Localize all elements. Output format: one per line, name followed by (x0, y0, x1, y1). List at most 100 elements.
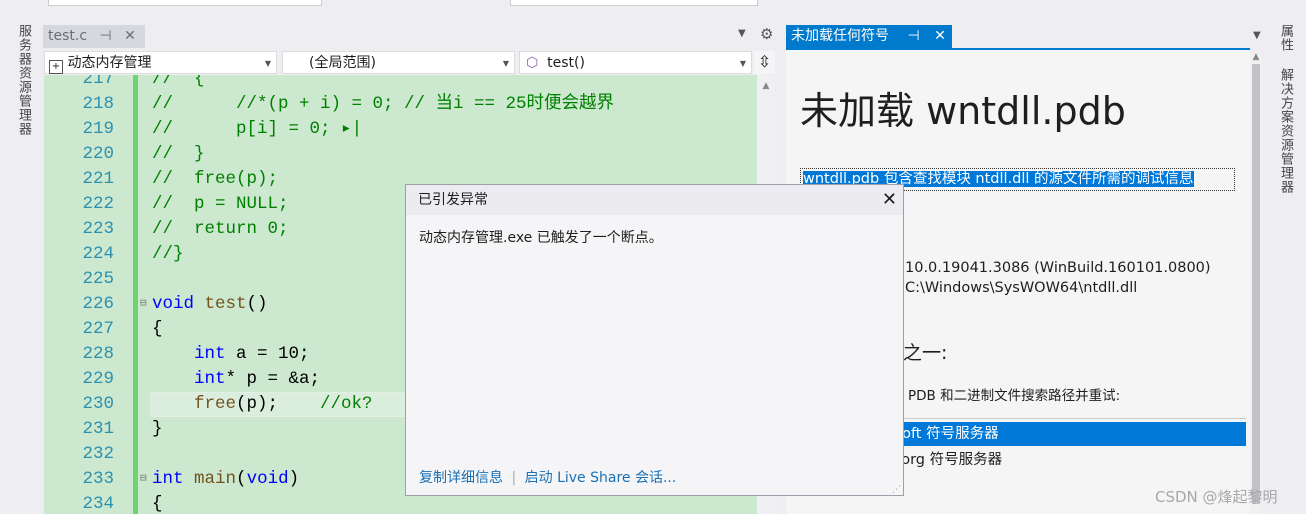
scroll-thumb[interactable] (1252, 64, 1260, 504)
properties-tab[interactable]: 属性 (1276, 24, 1295, 52)
fold-icon[interactable]: ⊟ (140, 292, 147, 317)
code-token: // } (152, 144, 205, 164)
exception-dialog: 已引发异常 ✕ 动态内存管理.exe 已触发了一个断点。 复制详细信息 | 启动… (405, 184, 904, 496)
close-icon[interactable]: ✕ (882, 185, 897, 215)
code-token: // free(p); (152, 169, 279, 189)
code-token: a = 10; (225, 344, 310, 364)
watermark: CSDN @烽起黎明 (1155, 488, 1278, 506)
tab-symbols-not-loaded[interactable]: 未加载任何符号 ⊣ ✕ (786, 25, 952, 48)
pin-icon[interactable]: ⊣ (907, 28, 919, 44)
code-token: // p = NULL; (152, 194, 289, 214)
code-line[interactable]: 217 // { (44, 75, 757, 92)
code-text: int main(void) (152, 467, 299, 492)
dialog-header: 已引发异常 ✕ (406, 185, 903, 215)
search-paths-option[interactable]: PDB 和二进制文件搜索路径并重试: (908, 384, 1120, 404)
code-line[interactable]: 218 // //*(p + i) = 0; // 当i == 25时便会越界 (44, 92, 757, 117)
code-token: (p); (236, 394, 321, 414)
code-token: int (152, 469, 184, 489)
copy-details-link[interactable]: 复制详细信息 (419, 470, 503, 486)
project-combo[interactable]: + 动态内存管理 ▼ (44, 51, 277, 74)
code-token: * p = &a; (225, 369, 321, 389)
tab-label: test.c (48, 28, 88, 44)
tab-test-c[interactable]: test.c ⊣ ✕ (43, 25, 145, 48)
code-text: // { (152, 75, 205, 92)
scroll-up-icon[interactable]: ▲ (757, 81, 775, 91)
code-token: ( (236, 469, 247, 489)
code-text: { (152, 317, 163, 342)
code-token: // //*(p + i) = 0; // 当i == 25时便会越界 (152, 94, 615, 114)
code-token: } (152, 419, 163, 439)
project-name: 动态内存管理 (67, 55, 152, 71)
line-number: 220 (82, 144, 114, 164)
chevron-down-icon: ▼ (502, 59, 509, 68)
code-token: { (152, 319, 163, 339)
code-text: free(p); //ok? (152, 392, 373, 417)
solution-explorer-tab[interactable]: 解决方案资源管理器 (1276, 68, 1295, 194)
dialog-message: 动态内存管理.exe 已触发了一个断点。 (419, 230, 663, 246)
tab-list-dropdown-icon[interactable]: ▼ (738, 28, 746, 39)
code-token: { (152, 494, 163, 514)
line-number: 219 (82, 119, 114, 139)
code-text: // free(p); (152, 167, 278, 192)
line-number: 227 (82, 319, 114, 339)
code-token: void (246, 469, 289, 489)
server-option-microsoft[interactable]: rosoft 符号服务器 (880, 422, 1246, 446)
toolbar-combo-2[interactable] (510, 0, 758, 6)
line-number: 233 (82, 469, 114, 489)
line-number: 234 (82, 494, 114, 514)
separator: | (511, 470, 517, 486)
scope-name: (全局范围) (309, 55, 376, 71)
panel-scrollbar[interactable]: ▲ (1250, 52, 1262, 514)
fold-icon[interactable]: ⊟ (140, 467, 147, 492)
toolbar-combo-1[interactable] (48, 0, 322, 6)
panel-dropdown-icon[interactable]: ▼ (1253, 30, 1261, 41)
line-number: 222 (82, 194, 114, 214)
code-token: int (194, 344, 226, 364)
code-line[interactable]: 220 // } (44, 142, 757, 167)
line-number: 218 (82, 94, 114, 114)
dialog-actions: 复制详细信息 | 启动 Live Share 会话... (419, 467, 676, 487)
code-token: main (194, 469, 237, 489)
line-number: 224 (82, 244, 114, 264)
line-number: 230 (82, 394, 114, 414)
code-text: //} (152, 242, 184, 267)
tab-label: 未加载任何符号 (791, 28, 889, 44)
line-number: 229 (82, 369, 114, 389)
line-number: 223 (82, 219, 114, 239)
method-cube-icon: ⬡ (526, 55, 539, 71)
scroll-up-icon[interactable]: ▲ (1250, 52, 1262, 62)
live-share-link[interactable]: 启动 Live Share 会话... (525, 470, 677, 486)
code-text: int a = 10; (152, 342, 310, 367)
code-line[interactable]: 219 // p[i] = 0; ▸| (44, 117, 757, 142)
server-explorer-tab[interactable]: 服务器资源管理器 (14, 24, 33, 136)
code-token: free (194, 394, 237, 414)
code-token: () (246, 294, 268, 314)
code-token: // return 0; (152, 219, 289, 239)
code-text: void test() (152, 292, 268, 317)
chevron-down-icon: ▼ (739, 59, 746, 68)
path-value: C:\Windows\SysWOW64\ntdll.dll (905, 280, 1138, 296)
chevron-down-icon: ▼ (264, 59, 271, 68)
resize-grip-icon[interactable]: ⋰ (892, 485, 901, 495)
pin-icon[interactable]: ⊣ (100, 28, 112, 44)
gear-icon[interactable]: ⚙ (760, 25, 773, 43)
code-token: //} (152, 244, 184, 264)
close-icon[interactable]: ✕ (934, 28, 946, 44)
code-text: // return 0; (152, 217, 289, 242)
close-icon[interactable]: ✕ (124, 28, 136, 44)
code-text: int* p = &a; (152, 367, 320, 392)
scope-combo[interactable]: (全局范围) ▼ (282, 51, 515, 74)
code-token: // p[i] = 0; (152, 119, 331, 139)
code-text: // p[i] = 0; ▸| (152, 117, 362, 142)
version-value: 10.0.19041.3086 (WinBuild.160101.0800) (905, 260, 1211, 276)
code-token: ) (288, 469, 300, 489)
split-editor-button[interactable]: ⇳ (754, 51, 775, 74)
line-number: 232 (82, 444, 114, 464)
left-sidebar: 服务器资源管理器 (0, 18, 40, 514)
member-combo[interactable]: ⬡ test() ▼ (519, 51, 752, 74)
